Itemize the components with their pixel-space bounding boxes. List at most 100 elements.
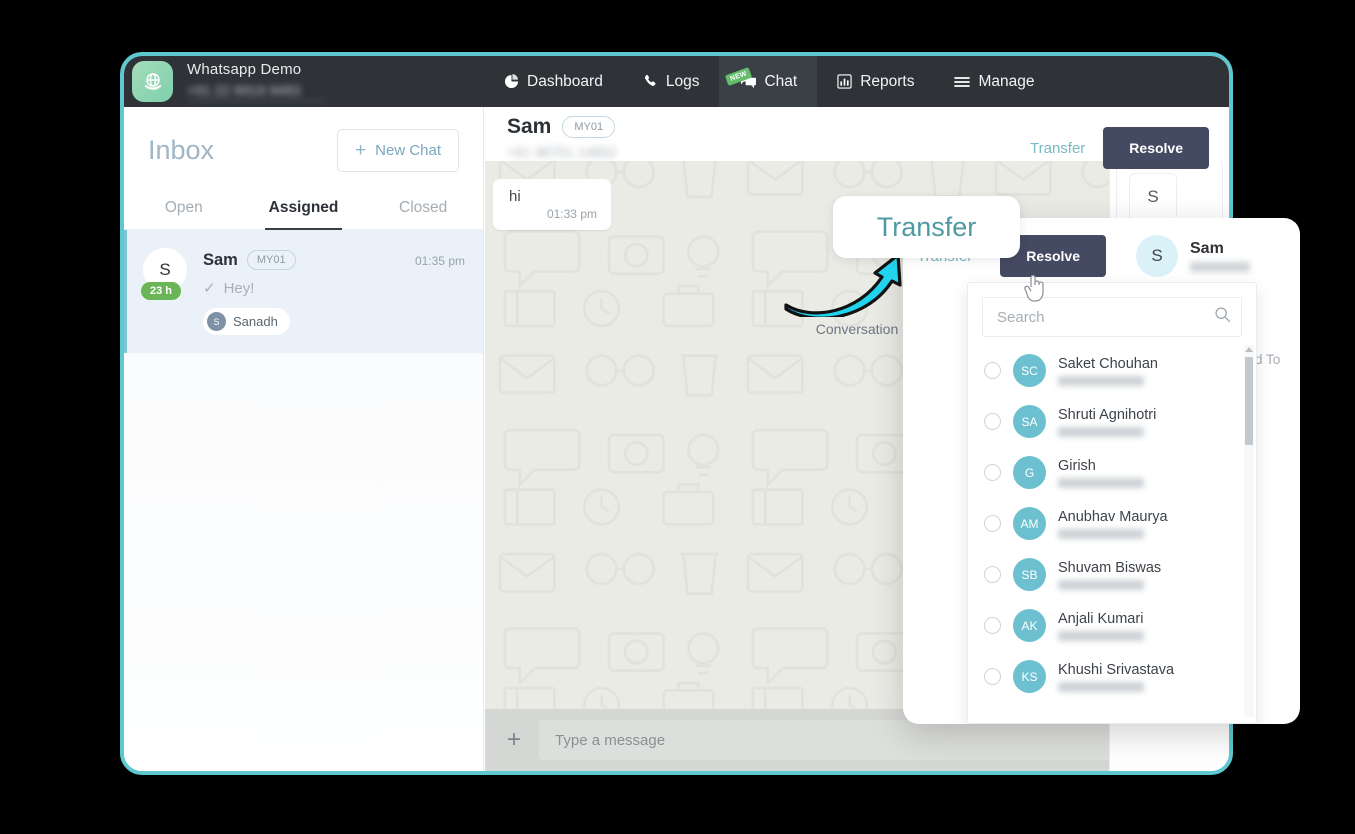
radio-button[interactable] bbox=[984, 566, 1001, 583]
conversation-center-note: Conversation bbox=[815, 321, 899, 337]
radio-button[interactable] bbox=[984, 617, 1001, 634]
agent-phone bbox=[1058, 681, 1144, 692]
agent-phone bbox=[1058, 477, 1144, 488]
message-time: 01:33 pm bbox=[546, 207, 597, 221]
brand-block: Whatsapp Demo +91 22 6919 9483 bbox=[124, 56, 484, 107]
phone-globe-icon bbox=[132, 61, 173, 102]
search-icon[interactable] bbox=[1214, 306, 1231, 328]
agent-name: Saket Chouhan bbox=[1058, 355, 1158, 372]
scrollbar-thumb[interactable] bbox=[1245, 357, 1253, 445]
agent-phone bbox=[1058, 579, 1144, 590]
avatar: G bbox=[1013, 456, 1046, 489]
radio-button[interactable] bbox=[984, 464, 1001, 481]
assignee-avatar: S bbox=[207, 312, 226, 331]
hamburger-icon bbox=[954, 75, 971, 89]
phone-icon bbox=[643, 74, 658, 89]
nav-label-reports: Reports bbox=[860, 72, 915, 90]
conversation-actions: Transfer Resolve bbox=[1030, 127, 1209, 169]
avatar: KS bbox=[1013, 660, 1046, 693]
agent-list[interactable]: SC Saket Chouhan SA Shruti Agnihotri G G… bbox=[968, 345, 1256, 717]
avatar: AK bbox=[1013, 609, 1046, 642]
conversation-contact-name: Sam bbox=[507, 115, 552, 138]
overlay-avatar: S bbox=[1136, 235, 1178, 277]
avatar-wrapper: S 23 h bbox=[141, 248, 197, 335]
overlay-contact-phone bbox=[1190, 262, 1250, 272]
list-item[interactable]: S 23 h Sam MY01 ✓ Hey! S Sanadh 01:35 pm bbox=[124, 230, 483, 353]
nav-item-dashboard[interactable]: Dashboard bbox=[484, 56, 623, 107]
agent-phone bbox=[1058, 426, 1144, 437]
nav-label-chat: Chat bbox=[764, 72, 798, 90]
tab-assigned[interactable]: Assigned bbox=[244, 186, 364, 230]
list-item[interactable]: G Girish bbox=[968, 447, 1256, 498]
bar-chart-icon bbox=[837, 74, 852, 89]
status-badge: 23 h bbox=[141, 282, 182, 300]
tab-open[interactable]: Open bbox=[124, 186, 244, 229]
assignee-chip: S Sanadh bbox=[203, 308, 290, 335]
inbox-header: Inbox + New Chat bbox=[124, 107, 483, 186]
list-item[interactable]: SB Shuvam Biswas bbox=[968, 549, 1256, 600]
agent-name: Girish bbox=[1058, 457, 1096, 474]
list-item[interactable]: SC Saket Chouhan bbox=[968, 345, 1256, 396]
nav-label-logs: Logs bbox=[665, 72, 700, 90]
list-item-preview: ✓ Hey! bbox=[203, 279, 465, 298]
list-item[interactable]: SA Shruti Agnihotri bbox=[968, 396, 1256, 447]
avatar: AM bbox=[1013, 507, 1046, 540]
transfer-button[interactable]: Transfer bbox=[1030, 140, 1085, 157]
transfer-dropdown: SC Saket Chouhan SA Shruti Agnihotri G G… bbox=[967, 282, 1257, 724]
list-item-tag: MY01 bbox=[246, 250, 296, 270]
radio-button[interactable] bbox=[984, 413, 1001, 430]
brand-phone: +91 22 6919 9483 bbox=[187, 82, 325, 102]
brand-title: Whatsapp Demo bbox=[187, 60, 302, 78]
list-item[interactable]: KS Khushi Srivastava bbox=[968, 651, 1256, 702]
assignee-name: Sanadh bbox=[233, 314, 278, 329]
nav-item-chat[interactable]: NEW Chat bbox=[719, 56, 818, 107]
avatar: SA bbox=[1013, 405, 1046, 438]
new-chat-button[interactable]: + New Chat bbox=[337, 129, 459, 172]
check-icon: ✓ bbox=[203, 280, 216, 297]
conversation-tag: MY01 bbox=[562, 116, 616, 138]
inbox-tabs: Open Assigned Closed bbox=[124, 186, 483, 230]
agent-name: Khushi Srivastava bbox=[1058, 661, 1175, 678]
nav-label-manage: Manage bbox=[978, 72, 1035, 90]
conversation-header: Sam MY01 +91 98751 14802 Transfer Resolv… bbox=[485, 107, 1229, 169]
message-bubble: hi 01:33 pm bbox=[493, 179, 611, 230]
agent-name: Shuvam Biswas bbox=[1058, 559, 1162, 576]
search-input[interactable] bbox=[997, 308, 1214, 326]
nav-item-manage[interactable]: Manage bbox=[934, 56, 1054, 107]
agent-name: Anjali Kumari bbox=[1058, 610, 1144, 627]
agent-phone bbox=[1058, 375, 1144, 386]
resolve-button[interactable]: Resolve bbox=[1103, 127, 1209, 169]
mouse-cursor-pointer-icon bbox=[1024, 274, 1044, 302]
radio-button[interactable] bbox=[984, 515, 1001, 532]
nav-item-reports[interactable]: Reports bbox=[817, 56, 934, 107]
list-item-time: 01:35 pm bbox=[414, 254, 465, 268]
annotation-callout: Transfer bbox=[833, 196, 1020, 258]
conversation-phone: +91 98751 14802 bbox=[507, 144, 617, 160]
list-item[interactable]: AM Anubhav Maurya bbox=[968, 498, 1256, 549]
nav-item-logs[interactable]: Logs bbox=[623, 56, 720, 107]
scroll-up-arrow-icon[interactable] bbox=[1245, 347, 1253, 352]
search-field-wrapper bbox=[982, 297, 1242, 337]
attach-plus-icon[interactable]: + bbox=[507, 728, 521, 752]
radio-button[interactable] bbox=[984, 668, 1001, 685]
inbox-panel: Inbox + New Chat Open Assigned Closed S … bbox=[124, 107, 484, 771]
top-navigation-bar: Whatsapp Demo +91 22 6919 9483 Dashboard bbox=[124, 56, 1229, 107]
avatar: SB bbox=[1013, 558, 1046, 591]
agent-phone bbox=[1058, 630, 1144, 641]
radio-button[interactable] bbox=[984, 362, 1001, 379]
pie-chart-icon bbox=[504, 74, 519, 89]
new-chat-label: New Chat bbox=[375, 142, 441, 159]
scrollbar[interactable] bbox=[1244, 345, 1254, 717]
agent-name: Shruti Agnihotri bbox=[1058, 406, 1157, 423]
list-item-name: Sam bbox=[203, 250, 238, 269]
transfer-overlay-card: Transfer Resolve S Sam Assigned To Agent… bbox=[903, 218, 1300, 724]
list-item[interactable]: AK Anjali Kumari bbox=[968, 600, 1256, 651]
avatar: SC bbox=[1013, 354, 1046, 387]
contact-initial-box: S bbox=[1129, 173, 1177, 221]
agent-phone bbox=[1058, 528, 1144, 539]
chat-list-empty-area bbox=[124, 353, 483, 771]
page-title: Inbox bbox=[148, 135, 215, 165]
annotation-callout-label: Transfer bbox=[876, 211, 977, 242]
message-text: hi bbox=[509, 188, 521, 205]
tab-closed[interactable]: Closed bbox=[363, 186, 483, 229]
